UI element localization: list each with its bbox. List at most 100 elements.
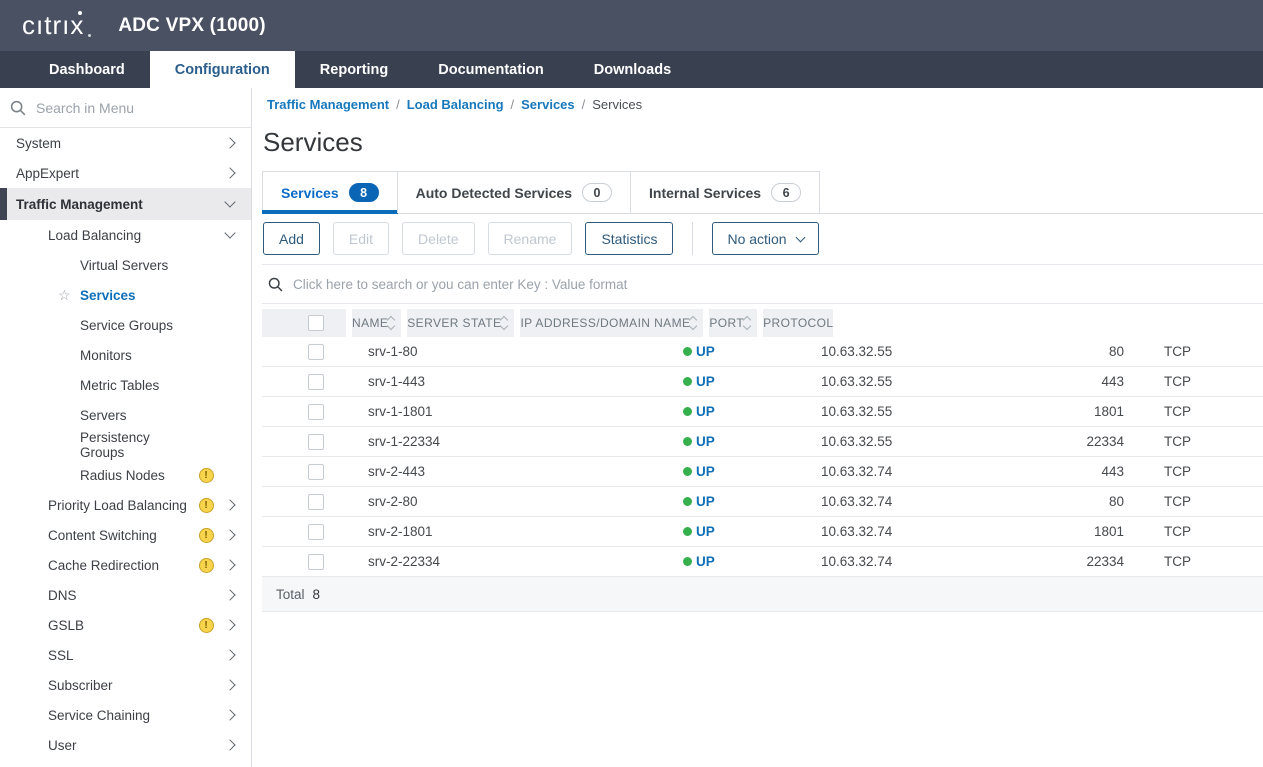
column-header[interactable]: SERVER STATE <box>407 309 514 337</box>
sidebar-item[interactable]: ☆ AppExpert <box>0 158 251 188</box>
warning-icon <box>199 498 214 513</box>
sidebar-item[interactable]: ☆ Virtual Servers <box>0 250 251 280</box>
sidebar-item[interactable]: ☆ Content Switching <box>0 520 251 550</box>
row-checkbox[interactable] <box>308 374 324 390</box>
cell-port: 22334 <box>1061 547 1148 576</box>
server-state-link[interactable]: UP <box>683 524 715 539</box>
sidebar-item[interactable]: ☆ Traffic Management <box>0 188 251 220</box>
table-row[interactable]: srv-1-22334 UP 10.63.32.55 22334 TCP <box>262 427 1263 457</box>
table-row[interactable]: srv-1-80 UP 10.63.32.55 80 TCP <box>262 337 1263 367</box>
sort-icon[interactable] <box>690 317 696 329</box>
toolbar-button[interactable]: Add <box>263 222 320 255</box>
sidebar-item[interactable]: ☆ User <box>0 730 251 760</box>
cell-ip-address: 10.63.32.55 <box>811 337 1055 366</box>
product-title: ADC VPX (1000) <box>118 15 265 37</box>
action-dropdown[interactable]: No action <box>712 222 818 255</box>
nav-tab[interactable]: Documentation <box>413 51 569 88</box>
cell-ip-address: 10.63.32.74 <box>811 547 1055 576</box>
sidebar-item[interactable]: ☆ Persistency Groups <box>0 430 251 460</box>
sidebar-item[interactable]: ☆ Load Balancing <box>0 220 251 250</box>
row-checkbox[interactable] <box>308 344 324 360</box>
sidebar-item[interactable]: ☆ Radius Nodes <box>0 460 251 490</box>
sidebar: Search in Menu ☆ System ☆ AppExpert <box>0 88 252 767</box>
cell-name: srv-2-443 <box>352 457 657 486</box>
content-tab[interactable]: Internal Services 6 <box>630 171 820 213</box>
toolbar-button[interactable]: Delete <box>402 222 474 255</box>
sort-icon[interactable] <box>744 317 750 329</box>
sidebar-item[interactable]: ☆ Priority Load Balancing <box>0 490 251 520</box>
table-row[interactable]: srv-2-443 UP 10.63.32.74 443 TCP <box>262 457 1263 487</box>
column-header[interactable]: NAME <box>352 309 401 337</box>
cell-port: 443 <box>1061 367 1148 396</box>
cell-ip-address: 10.63.32.74 <box>811 457 1055 486</box>
sidebar-item[interactable]: ☆ Service Chaining <box>0 700 251 730</box>
server-state-label: UP <box>696 434 715 449</box>
sort-icon[interactable] <box>501 317 507 329</box>
server-state-link[interactable]: UP <box>683 464 715 479</box>
sidebar-item[interactable]: ☆ Services <box>0 280 251 310</box>
table-search-bar[interactable]: Click here to search or you can enter Ke… <box>262 264 1263 304</box>
server-state-link[interactable]: UP <box>683 494 715 509</box>
server-state-link[interactable]: UP <box>683 344 715 359</box>
chevron-icon <box>224 709 235 720</box>
cell-port: 443 <box>1061 457 1148 486</box>
chevron-icon <box>224 739 235 750</box>
cell-name: srv-2-80 <box>352 487 657 516</box>
sidebar-item[interactable]: ☆ GSLB <box>0 610 251 640</box>
table-row[interactable]: srv-1-443 UP 10.63.32.55 443 TCP <box>262 367 1263 397</box>
column-header[interactable]: PROTOCOL <box>763 309 833 337</box>
content-tab[interactable]: Auto Detected Services 0 <box>397 171 631 213</box>
sidebar-item[interactable]: ☆ System <box>0 128 251 158</box>
sidebar-item[interactable]: ☆ Subscriber <box>0 670 251 700</box>
sidebar-item[interactable]: ☆ SSL <box>0 640 251 670</box>
sidebar-item[interactable]: ☆ Monitors <box>0 340 251 370</box>
table-row[interactable]: srv-2-80 UP 10.63.32.74 80 TCP <box>262 487 1263 517</box>
table-row[interactable]: srv-1-1801 UP 10.63.32.55 1801 TCP <box>262 397 1263 427</box>
toolbar-button[interactable]: Statistics <box>585 222 673 255</box>
logo-trademark-dot <box>88 34 91 37</box>
nav-tab[interactable]: Reporting <box>295 51 413 88</box>
select-all-checkbox[interactable] <box>308 315 324 331</box>
server-state-link[interactable]: UP <box>683 374 715 389</box>
server-state-link[interactable]: UP <box>683 434 715 449</box>
table-row[interactable]: srv-2-22334 UP 10.63.32.74 22334 TCP <box>262 547 1263 577</box>
server-state-link[interactable]: UP <box>683 404 715 419</box>
content-tab[interactable]: Services 8 <box>262 171 398 213</box>
status-up-dot <box>683 497 692 506</box>
sidebar-item[interactable]: ☆ Metric Tables <box>0 370 251 400</box>
sidebar-item-label: DNS <box>48 588 77 603</box>
row-checkbox[interactable] <box>308 464 324 480</box>
sidebar-item-label: Traffic Management <box>16 197 143 212</box>
cell-port: 22334 <box>1061 427 1148 456</box>
toolbar-button[interactable]: Rename <box>488 222 573 255</box>
breadcrumb-link[interactable]: Services <box>521 97 575 112</box>
sort-icon[interactable] <box>388 317 394 329</box>
row-checkbox[interactable] <box>308 554 324 570</box>
row-checkbox[interactable] <box>308 494 324 510</box>
sidebar-item[interactable]: ☆ Service Groups <box>0 310 251 340</box>
column-header-label: NAME <box>352 316 388 330</box>
toolbar-button[interactable]: Edit <box>333 222 389 255</box>
sidebar-search[interactable]: Search in Menu <box>0 88 251 128</box>
breadcrumb-link[interactable]: Traffic Management <box>267 97 389 112</box>
server-state-label: UP <box>696 404 715 419</box>
table-search-placeholder: Click here to search or you can enter Ke… <box>293 277 627 292</box>
breadcrumb-link[interactable]: Load Balancing <box>407 97 504 112</box>
sidebar-item[interactable]: ☆ DNS <box>0 580 251 610</box>
sidebar-item[interactable]: ☆ Servers <box>0 400 251 430</box>
sidebar-item-label: Virtual Servers <box>80 258 168 273</box>
nav-tab[interactable]: Configuration <box>150 51 295 88</box>
server-state-link[interactable]: UP <box>683 554 715 569</box>
nav-tab[interactable]: Downloads <box>569 51 696 88</box>
column-header[interactable]: PORT <box>709 309 757 337</box>
star-icon[interactable]: ☆ <box>58 288 80 302</box>
table-row[interactable]: srv-2-1801 UP 10.63.32.74 1801 TCP <box>262 517 1263 547</box>
sidebar-item[interactable]: ☆ Cache Redirection <box>0 550 251 580</box>
row-checkbox[interactable] <box>308 524 324 540</box>
column-header[interactable]: IP ADDRESS/DOMAIN NAME <box>520 309 703 337</box>
nav-tab[interactable]: Dashboard <box>24 51 150 88</box>
row-checkbox[interactable] <box>308 404 324 420</box>
row-checkbox[interactable] <box>308 434 324 450</box>
status-up-dot <box>683 377 692 386</box>
chevron-icon <box>224 679 235 690</box>
